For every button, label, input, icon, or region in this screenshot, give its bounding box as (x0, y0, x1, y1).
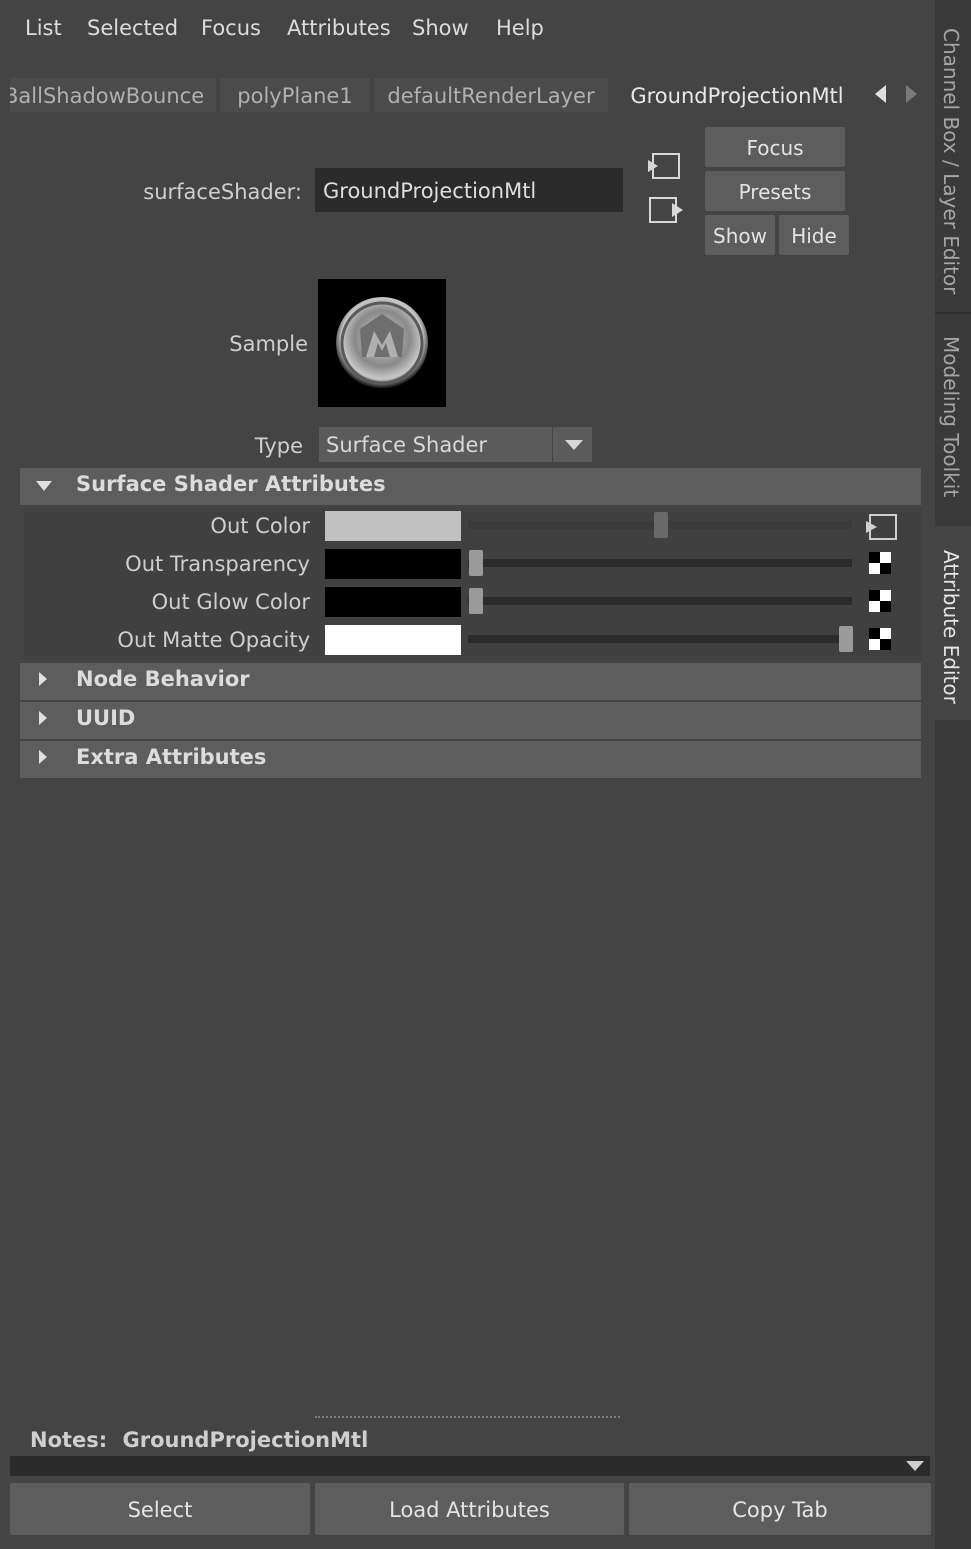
slider-thumb[interactable] (469, 550, 483, 576)
menu-help[interactable]: Help (496, 16, 544, 40)
notes-label: Notes: (30, 1428, 108, 1452)
map-checker-icon[interactable] (869, 552, 891, 574)
scroll-left-icon[interactable] (872, 84, 888, 104)
notes-node-name: GroundProjectionMtl (122, 1428, 369, 1452)
section-node-behavior[interactable]: Node Behavior (20, 663, 921, 700)
load-attributes-button[interactable]: Load Attributes (315, 1483, 624, 1535)
node-type-label: surfaceShader: (143, 180, 302, 204)
type-label: Type (254, 434, 303, 458)
out-color-swatch[interactable] (325, 511, 461, 541)
collapse-arrow-icon (36, 481, 52, 491)
show-button[interactable]: Show (705, 215, 775, 255)
sample-label: Sample (229, 332, 308, 356)
attr-label-out-matte-opacity: Out Matte Opacity (117, 628, 310, 652)
material-sample-swatch[interactable] (318, 279, 446, 407)
tab-default-render-layer[interactable]: defaultRenderLayer (374, 78, 608, 112)
side-tab-label: Channel Box / Layer Editor (939, 28, 963, 295)
notes-resize-handle[interactable] (315, 1416, 620, 1418)
slider-thumb[interactable] (839, 626, 853, 652)
tab-label: polyPlane1 (237, 84, 353, 108)
out-transparency-slider[interactable] (468, 550, 852, 576)
map-checker-icon[interactable] (869, 628, 891, 650)
expand-arrow-icon (39, 750, 47, 764)
side-tab-modeling-toolkit[interactable]: Modeling Toolkit (935, 314, 971, 526)
tab-label: defaultRenderLayer (387, 84, 595, 108)
tab-ground-projection-mtl[interactable]: GroundProjectionMtl (612, 78, 862, 112)
attr-label-out-color: Out Color (210, 514, 310, 538)
expand-arrow-icon (39, 711, 47, 725)
type-value: Surface Shader (326, 433, 488, 457)
tab-poly-plane1[interactable]: polyPlane1 (220, 78, 370, 112)
select-button[interactable]: Select (10, 1483, 310, 1535)
section-title: Surface Shader Attributes (76, 472, 386, 496)
slider-thumb[interactable] (654, 512, 668, 538)
menu-bar: List Selected Focus Attributes Show Help (0, 0, 935, 60)
section-extra-attributes[interactable]: Extra Attributes (20, 741, 921, 778)
attr-label-out-transparency: Out Transparency (125, 552, 310, 576)
menu-selected[interactable]: Selected (87, 16, 178, 40)
side-tab-channel-box[interactable]: Channel Box / Layer Editor (935, 0, 971, 312)
out-glow-color-swatch[interactable] (325, 587, 461, 617)
chevron-down-icon[interactable] (905, 1460, 925, 1472)
hide-button[interactable]: Hide (779, 215, 849, 255)
menu-list[interactable]: List (25, 16, 62, 40)
out-glow-color-slider[interactable] (468, 588, 852, 614)
node-name-value: GroundProjectionMtl (323, 179, 537, 203)
tab-label: BallShadowBounce (10, 84, 205, 108)
side-tab-label: Attribute Editor (939, 550, 963, 704)
presets-button[interactable]: Presets (705, 171, 845, 211)
side-tab-label: Modeling Toolkit (939, 336, 963, 498)
map-checker-icon[interactable] (869, 590, 891, 612)
side-dock: Channel Box / Layer Editor Modeling Tool… (935, 0, 971, 1549)
section-title: UUID (76, 706, 136, 730)
node-name-field[interactable]: GroundProjectionMtl (315, 168, 623, 212)
type-dropdown[interactable]: Surface Shader (319, 427, 592, 462)
side-tab-attribute-editor[interactable]: Attribute Editor (935, 526, 971, 720)
menu-focus[interactable]: Focus (201, 16, 261, 40)
tab-ball-shadow-bounce[interactable]: BallShadowBounce (10, 78, 216, 112)
tab-label: GroundProjectionMtl (630, 84, 844, 108)
out-color-slider[interactable] (468, 512, 852, 538)
output-connections-icon[interactable] (646, 194, 686, 226)
out-transparency-swatch[interactable] (325, 549, 461, 579)
out-matte-opacity-slider[interactable] (468, 626, 853, 652)
map-button-icon[interactable] (864, 513, 900, 541)
scroll-right-icon[interactable] (903, 84, 919, 104)
section-title: Extra Attributes (76, 745, 267, 769)
focus-button[interactable]: Focus (705, 127, 845, 167)
chevron-down-icon (565, 440, 583, 450)
copy-tab-button[interactable]: Copy Tab (629, 1483, 931, 1535)
out-matte-opacity-swatch[interactable] (325, 625, 461, 655)
section-title: Node Behavior (76, 667, 250, 691)
slider-thumb[interactable] (469, 588, 483, 614)
menu-show[interactable]: Show (412, 16, 469, 40)
attr-label-out-glow-color: Out Glow Color (151, 590, 310, 614)
expand-arrow-icon (39, 672, 47, 686)
section-uuid[interactable]: UUID (20, 702, 921, 739)
notes-field[interactable] (10, 1456, 930, 1476)
input-connections-icon[interactable] (646, 150, 682, 182)
menu-attributes[interactable]: Attributes (287, 16, 391, 40)
notes-label-row: Notes: GroundProjectionMtl (30, 1428, 368, 1452)
section-surface-shader-attributes[interactable]: Surface Shader Attributes (20, 468, 921, 505)
